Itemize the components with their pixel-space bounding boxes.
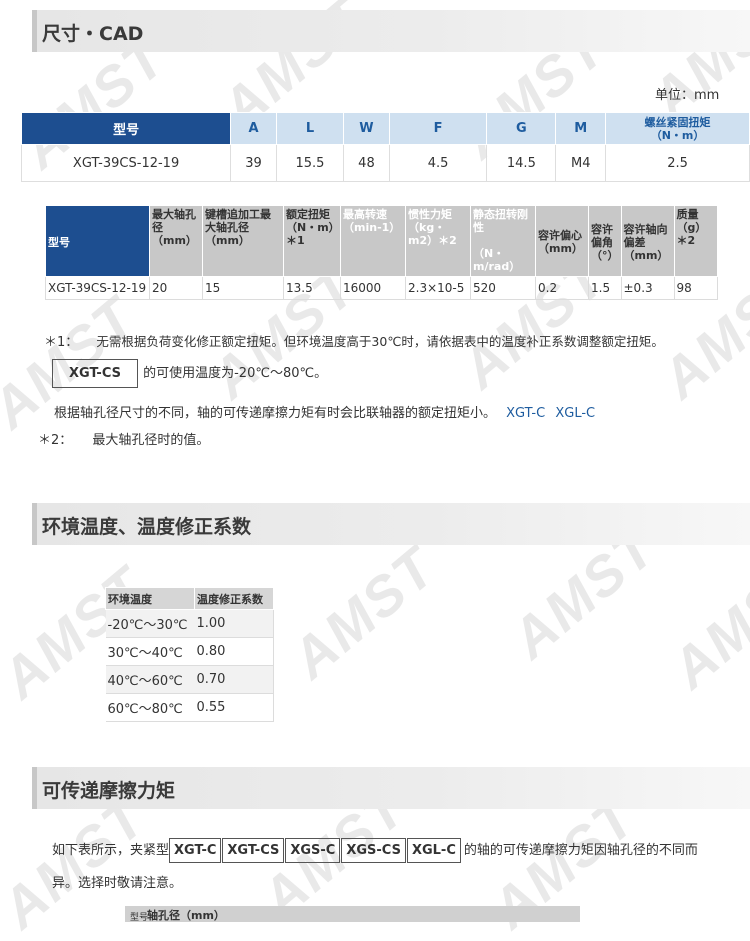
friction-intro-line2: 异。选择时敬请注意。 <box>52 872 182 891</box>
link-xgt-c[interactable]: XGT-C <box>506 406 545 421</box>
column-header: 容许偏心（mm） <box>535 205 589 277</box>
cell: 98 <box>673 276 718 300</box>
temp-range-note: XGT-CS 的可使用温度为-20℃～80℃。 <box>52 359 327 388</box>
cell: 39 <box>230 144 277 182</box>
cell: 30℃～40℃ <box>105 637 195 666</box>
column-header: 温度修正系数 <box>194 587 274 610</box>
table-row: 40℃～60℃ 0.70 <box>105 665 274 694</box>
column-header: 最大轴孔径（mm） <box>149 205 203 277</box>
unit-label: 单位：mm <box>655 88 720 103</box>
cell: ±0.3 <box>620 276 675 300</box>
cell: 0.55 <box>194 693 274 722</box>
friction-intro: 如下表所示，夹紧型 XGT-C XGT-CS XGS-C XGS-CS XGL-C 的轴的可… <box>52 838 698 863</box>
model-box: XGS-CS <box>341 838 406 863</box>
cell: M4 <box>555 144 607 182</box>
table-row: 30℃～40℃ 0.80 <box>105 637 274 666</box>
column-header: 惯性力矩（kg・m2）＊2 <box>405 205 471 277</box>
column-header-model: 型号 <box>20 112 232 145</box>
column-header: L <box>275 112 345 145</box>
column-header-torque: 螺丝紧固扭矩 （N・m） <box>605 112 750 145</box>
friction-note-text: 根据轴孔径尺寸的不同，轴的可传递摩擦力矩有时会比联轴器的额定扭矩小。 <box>54 406 497 421</box>
note-text: 最大轴孔径时的值。 <box>92 433 210 448</box>
section-title: 尺寸・CAD <box>42 23 144 45</box>
cell: 4.5 <box>388 144 488 182</box>
cell: 20 <box>149 276 203 300</box>
cell: 0.2 <box>535 276 589 300</box>
temperature-table: 环境温度 温度修正系数 -20℃～30℃ 1.00 30℃～40℃ 0.80 4… <box>105 587 274 722</box>
cell: 16000 <box>340 276 406 300</box>
cell: 14.5 <box>486 144 557 182</box>
note-mark: ＊1： <box>44 335 79 350</box>
friction-note: 根据轴孔径尺寸的不同，轴的可传递摩擦力矩有时会比联轴器的额定扭矩小。 XGT-C… <box>54 402 595 421</box>
friction-intro-prefix: 如下表所示，夹紧型 <box>52 843 170 858</box>
model-box: XGT-C <box>169 838 222 863</box>
model-box: XGS-C <box>285 838 341 863</box>
column-header: 键槽追加工最大轴孔径（mm） <box>202 205 284 277</box>
cell: 13.5 <box>283 276 341 300</box>
watermark: AMST <box>279 534 448 691</box>
cell: 0.80 <box>194 637 274 666</box>
section-header-cad: 尺寸・CAD <box>32 10 750 52</box>
cell: 48 <box>343 144 390 182</box>
table-row: 60℃～80℃ 0.55 <box>105 693 274 722</box>
cell: 60℃～80℃ <box>105 693 195 722</box>
column-header-shaft: 轴孔径（mm） <box>147 909 225 922</box>
cell: -20℃～30℃ <box>105 609 195 638</box>
friction-intro-suffix-2: 异。选择时敬请注意。 <box>52 876 183 891</box>
column-header: M <box>555 112 607 145</box>
cell: 15.5 <box>275 144 345 182</box>
friction-intro-suffix: 的轴的可传递摩擦力矩因轴孔径的不同而 <box>463 843 698 858</box>
note-2: ＊2： 最大轴孔径时的值。 <box>38 429 209 448</box>
column-header: W <box>343 112 390 145</box>
cell: 15 <box>202 276 284 300</box>
note-mark: ＊2： <box>38 433 73 448</box>
watermark: AMST <box>659 544 750 701</box>
section-header-friction: 可传递摩擦力矩 <box>32 767 750 809</box>
cell-model: XGT-39CS-12-19 <box>20 144 232 182</box>
column-header: A <box>230 112 277 145</box>
temp-range-text: 的可使用温度为-20℃～80℃。 <box>143 366 328 381</box>
cell: 520 <box>470 276 536 300</box>
model-box: XGT-CS <box>52 359 138 388</box>
column-header: G <box>486 112 557 145</box>
table-row: XGT-39CS-12-19 20 15 13.5 16000 2.3×10-5… <box>45 276 718 300</box>
cell: 40℃～60℃ <box>105 665 195 694</box>
table-row: -20℃～30℃ 1.00 <box>105 609 274 638</box>
dimension-table: 型号 A L W F G M 螺丝紧固扭矩 （N・m） XGT-39CS-12-… <box>20 112 750 182</box>
column-header: 静态扭转刚性 （N・m/rad） <box>470 205 536 277</box>
column-header: 容许轴向偏差（mm） <box>620 205 675 277</box>
note-1: ＊1： 无需根据负荷变化修正额定扭矩。但环境温度高于30℃时，请依据表中的温度补… <box>44 331 664 350</box>
cell-model: XGT-39CS-12-19 <box>45 276 150 300</box>
column-header: 容许偏角（°） <box>588 205 622 277</box>
cell: 1.5 <box>588 276 622 300</box>
spec-table: 型号 最大轴孔径（mm） 键槽追加工最大轴孔径（mm） 额定扭矩（N・m）＊1 … <box>45 205 718 300</box>
shaft-diameter-table-header: 型号 轴孔径（mm） <box>125 906 580 923</box>
table-row: XGT-39CS-12-19 39 15.5 48 4.5 14.5 M4 2.… <box>20 144 750 182</box>
cell: 2.3×10-5 <box>405 276 471 300</box>
model-box: XGL-C <box>406 838 461 863</box>
column-header: 额定扭矩（N・m）＊1 <box>283 205 341 277</box>
note-text: 无需根据负荷变化修正额定扭矩。但环境温度高于30℃时，请依据表中的温度补正系数调… <box>96 334 664 349</box>
link-xgl-c[interactable]: XGL-C <box>555 406 595 421</box>
row-header-model: 型号 <box>130 913 149 923</box>
cell: 1.00 <box>194 609 274 638</box>
section-header-temperature: 环境温度、温度修正系数 <box>32 503 750 545</box>
column-header: F <box>388 112 488 145</box>
cell: 0.70 <box>194 665 274 694</box>
cell: 2.5 <box>605 144 750 182</box>
column-header-model: 型号 <box>45 205 150 277</box>
column-header: 环境温度 <box>105 587 195 610</box>
column-header: 最高转速（min-1） <box>340 205 406 277</box>
column-header: 质量（g）＊2 <box>673 205 718 277</box>
model-box: XGT-CS <box>222 838 285 863</box>
section-title: 环境温度、温度修正系数 <box>42 516 252 538</box>
section-title: 可传递摩擦力矩 <box>42 780 176 802</box>
